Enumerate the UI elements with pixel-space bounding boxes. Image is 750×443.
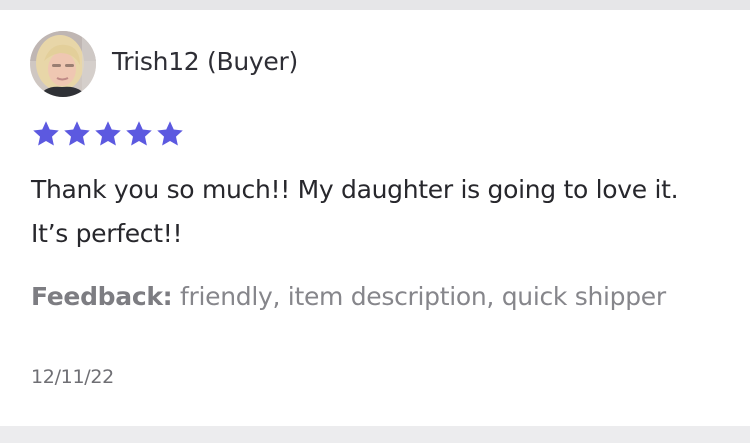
star-icon <box>64 121 90 146</box>
star-icon <box>33 121 59 146</box>
top-divider <box>0 0 750 10</box>
reviewer-name[interactable]: Trish12 (Buyer) <box>112 47 298 76</box>
review-text: Thank you so much!! My daughter is going… <box>31 175 679 248</box>
star-icon <box>157 121 183 146</box>
star-icon <box>126 121 152 146</box>
feedback-line: Feedback: friendly, item description, qu… <box>31 275 671 319</box>
star-rating <box>31 119 185 149</box>
reviewer-avatar[interactable] <box>30 31 96 97</box>
avatar-photo <box>30 31 96 97</box>
review-date: 12/11/22 <box>31 366 114 388</box>
star-icon <box>95 121 121 146</box>
feedback-label: Feedback: <box>31 282 173 311</box>
feedback-tags: friendly, item description, quick shippe… <box>180 282 666 311</box>
bottom-divider <box>0 426 750 443</box>
